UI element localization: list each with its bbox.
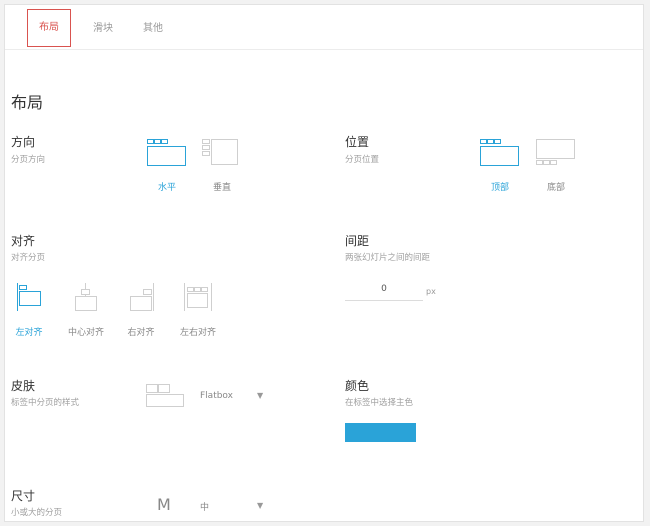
size-glyph-icon: M bbox=[157, 495, 171, 514]
tab-bar: 布局 滑块 其他 bbox=[5, 5, 643, 50]
skin-select[interactable]: Flatbox bbox=[200, 391, 233, 401]
color-subtitle: 在标签中选择主色 bbox=[345, 398, 414, 408]
align-right-icon[interactable] bbox=[128, 283, 154, 311]
position-title: 位置 bbox=[345, 135, 370, 149]
option-bottom[interactable]: 底部 bbox=[536, 180, 576, 193]
option-align-right[interactable]: 右对齐 bbox=[121, 325, 161, 338]
tab-other[interactable]: 其他 bbox=[131, 9, 175, 49]
align-left-icon[interactable] bbox=[17, 283, 43, 311]
skin-title: 皮肤 bbox=[11, 379, 36, 393]
align-title: 对齐 bbox=[11, 234, 36, 248]
tab-slider[interactable]: 滑块 bbox=[81, 9, 125, 49]
option-vertical[interactable]: 垂直 bbox=[202, 180, 242, 193]
size-dropdown-icon[interactable]: ▼ bbox=[257, 501, 263, 510]
settings-panel: 布局 滑块 其他 布局 方向 分页方向 水平 垂直 位置 分页位置 顶部 底部 … bbox=[4, 4, 644, 522]
align-justify-icon[interactable] bbox=[184, 283, 212, 311]
tab-layout[interactable]: 布局 bbox=[27, 9, 71, 47]
vertical-tabs-icon[interactable] bbox=[202, 139, 242, 167]
bottom-tabs-icon[interactable] bbox=[536, 139, 576, 167]
position-subtitle: 分页位置 bbox=[345, 155, 380, 165]
color-title: 颜色 bbox=[345, 379, 370, 393]
align-subtitle: 对齐分页 bbox=[11, 253, 46, 263]
spacing-title: 间距 bbox=[345, 234, 370, 248]
spacing-input-underline bbox=[345, 300, 423, 301]
option-align-left[interactable]: 左对齐 bbox=[9, 325, 49, 338]
spacing-input[interactable]: 0 bbox=[345, 284, 423, 294]
option-horizontal[interactable]: 水平 bbox=[147, 180, 187, 193]
horizontal-tabs-icon[interactable] bbox=[147, 139, 187, 167]
option-top[interactable]: 顶部 bbox=[480, 180, 520, 193]
spacing-subtitle: 两张幻灯片之间的间距 bbox=[345, 253, 431, 263]
skin-subtitle: 标签中分页的样式 bbox=[11, 398, 80, 408]
option-align-justify[interactable]: 左右对齐 bbox=[173, 325, 223, 338]
direction-subtitle: 分页方向 bbox=[11, 155, 46, 165]
align-center-icon[interactable] bbox=[73, 283, 99, 311]
direction-title: 方向 bbox=[11, 135, 36, 149]
size-select[interactable]: 中 bbox=[200, 500, 209, 513]
size-subtitle: 小或大的分页 bbox=[11, 508, 63, 518]
option-align-center[interactable]: 中心对齐 bbox=[61, 325, 111, 338]
top-tabs-icon[interactable] bbox=[480, 139, 520, 167]
color-swatch[interactable] bbox=[345, 423, 416, 442]
flatbox-skin-icon bbox=[146, 384, 186, 408]
size-title: 尺寸 bbox=[11, 489, 36, 503]
section-title: 布局 bbox=[11, 93, 44, 112]
skin-dropdown-icon[interactable]: ▼ bbox=[257, 391, 263, 400]
spacing-unit: px bbox=[426, 287, 436, 296]
